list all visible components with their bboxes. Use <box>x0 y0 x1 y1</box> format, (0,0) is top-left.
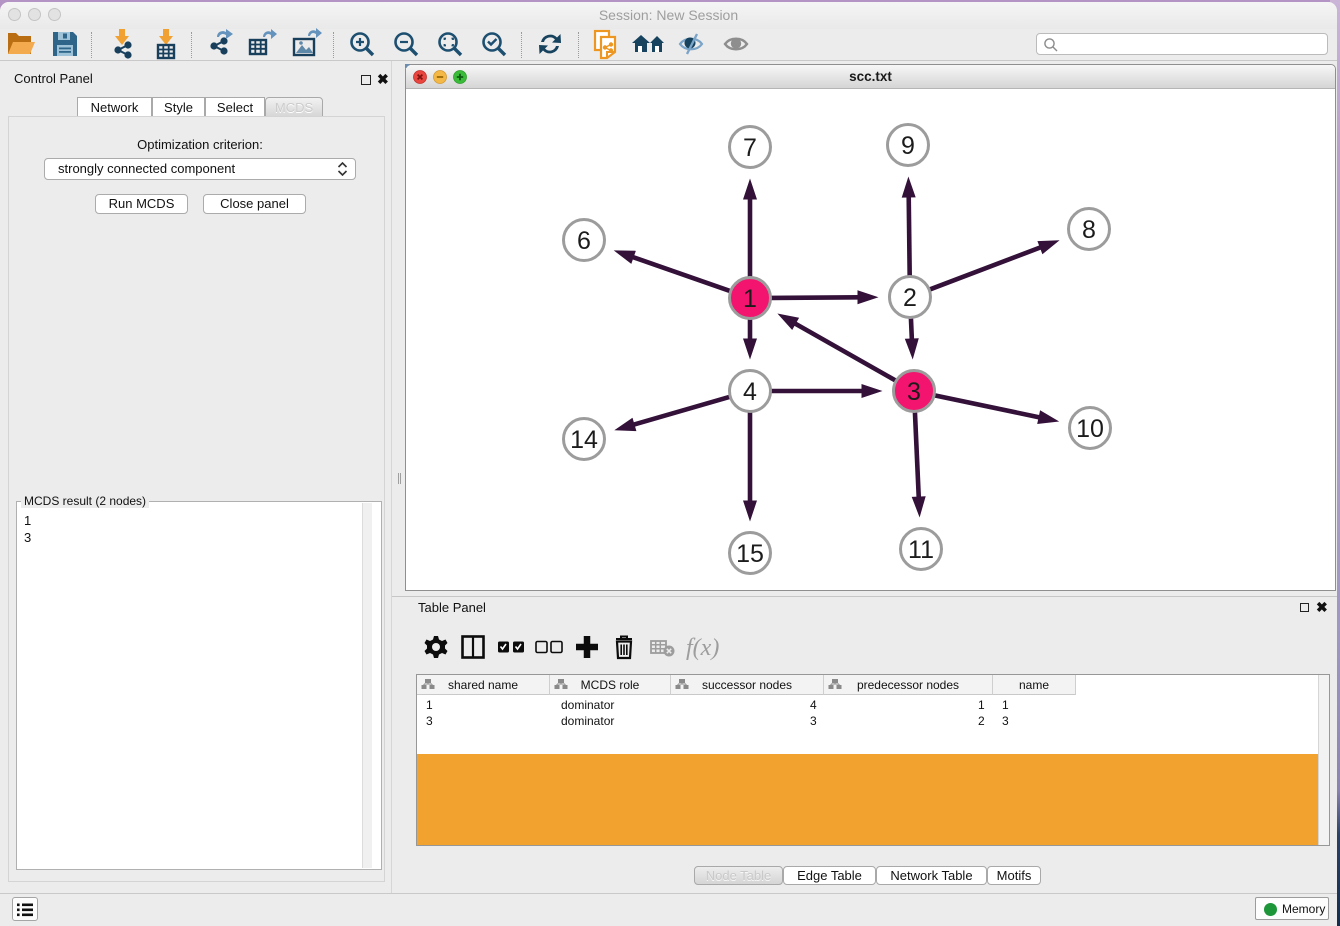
svg-text:3: 3 <box>907 378 921 406</box>
svg-text:6: 6 <box>577 227 591 255</box>
svg-text:11: 11 <box>908 536 934 564</box>
svg-text:4: 4 <box>743 378 757 406</box>
svg-text:2: 2 <box>903 284 917 312</box>
svg-text:14: 14 <box>570 426 598 454</box>
svg-text:9: 9 <box>901 132 915 160</box>
svg-text:10: 10 <box>1076 415 1104 443</box>
svg-text:8: 8 <box>1082 216 1096 244</box>
svg-text:15: 15 <box>736 540 764 568</box>
svg-text:7: 7 <box>743 134 757 162</box>
svg-text:f(x): f(x) <box>686 635 719 661</box>
svg-text:1: 1 <box>743 285 757 313</box>
